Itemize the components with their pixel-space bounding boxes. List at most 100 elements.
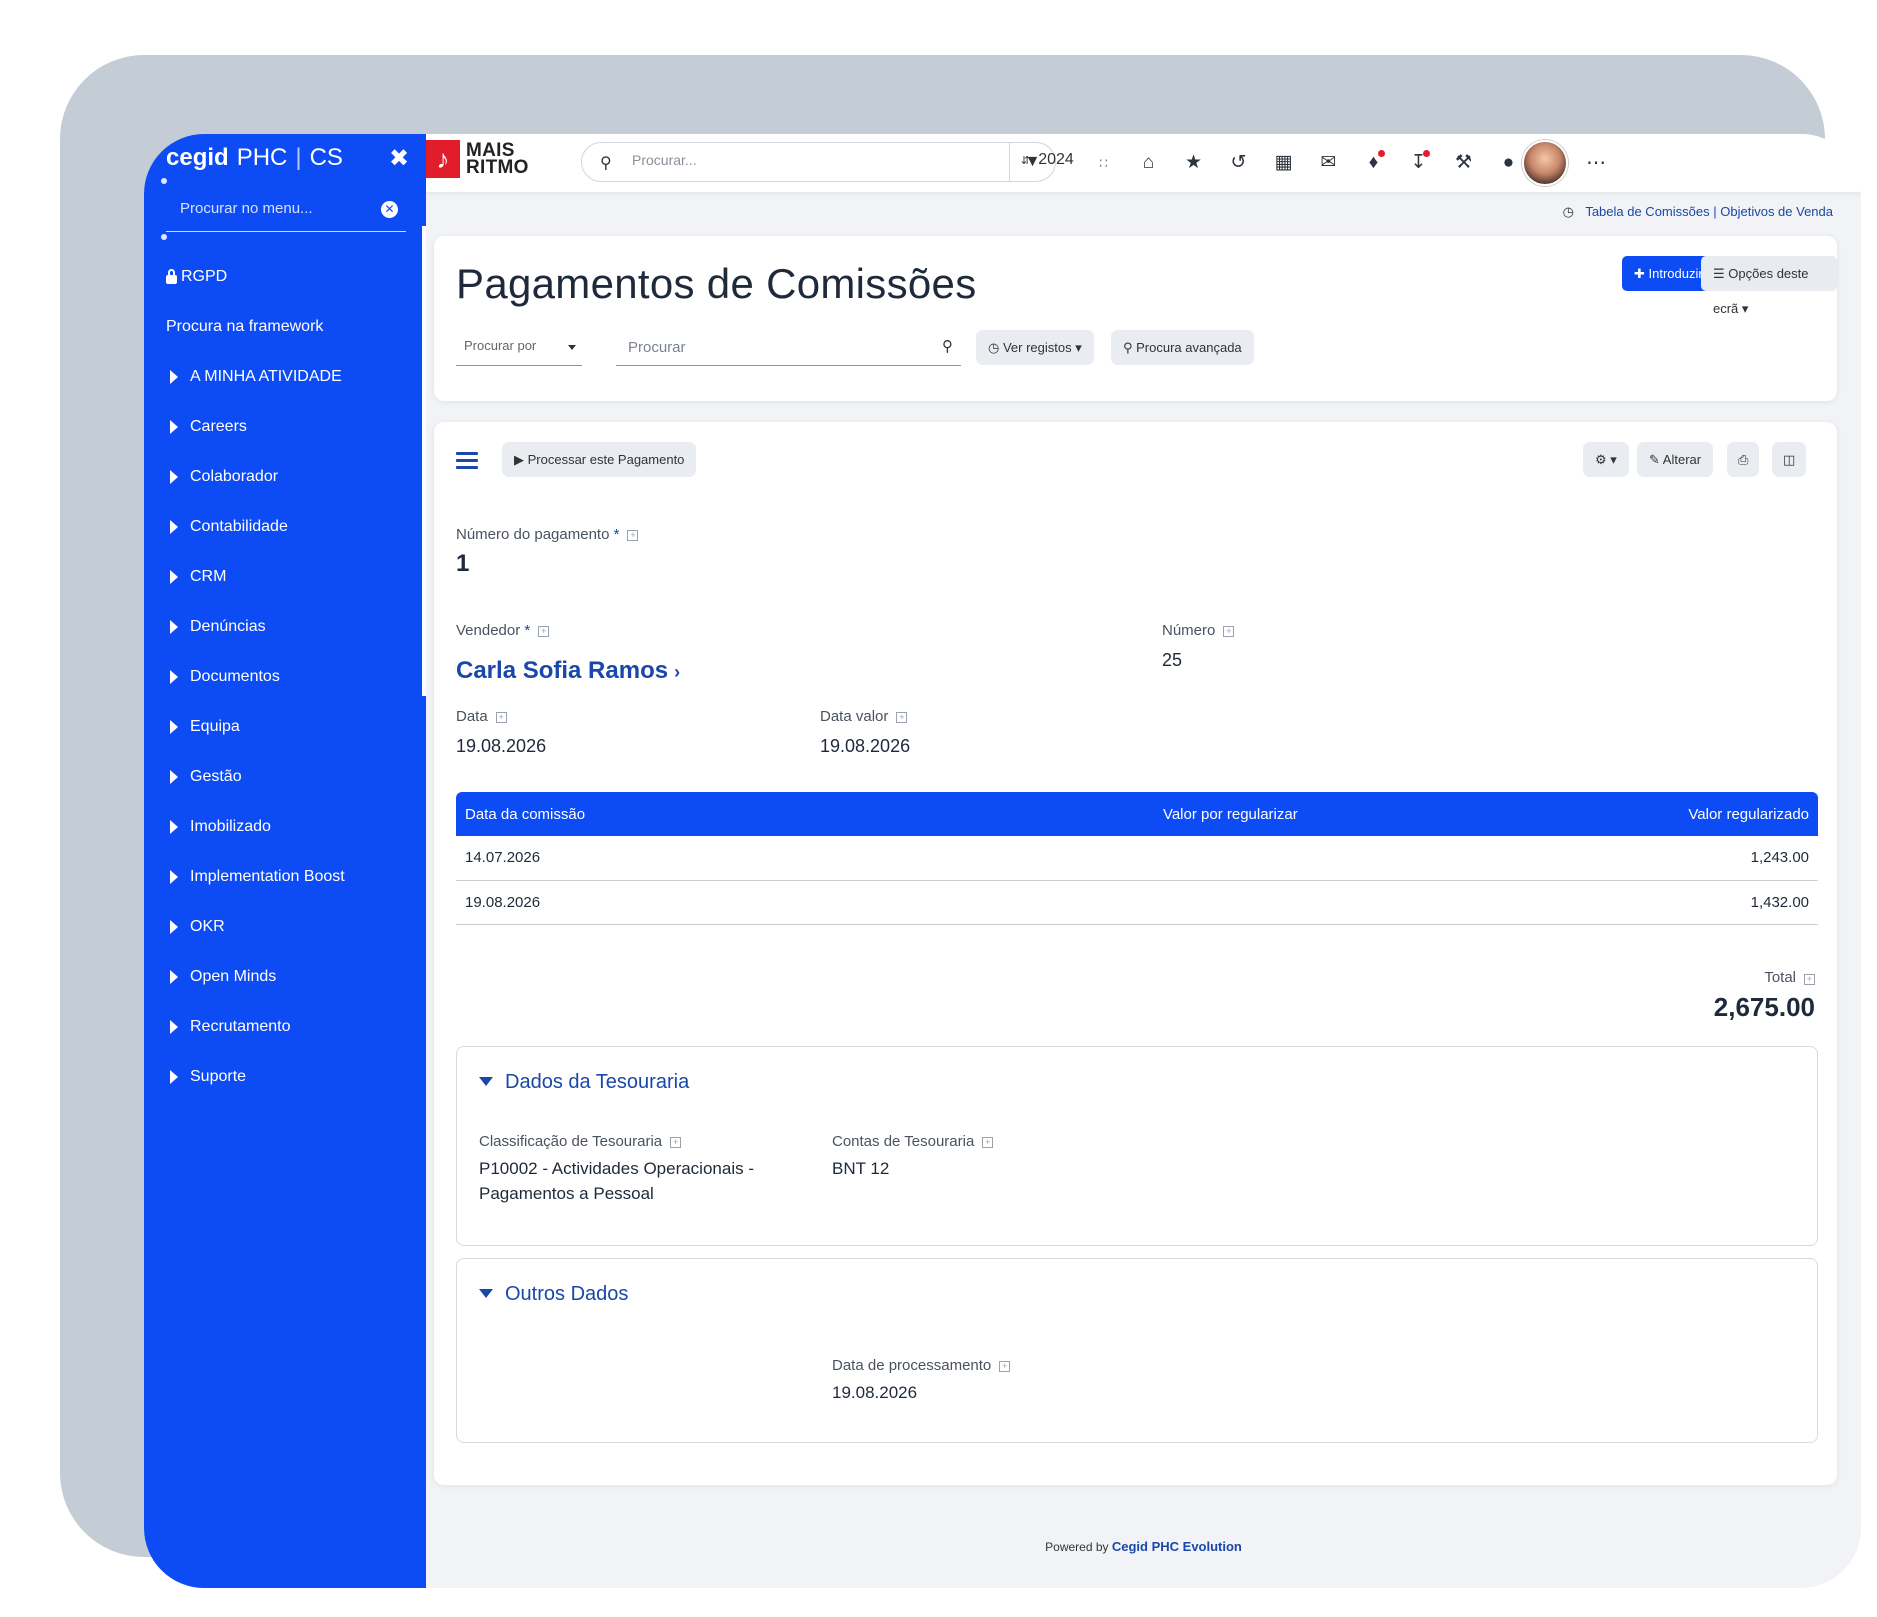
seller-label: Vendedor * + xyxy=(456,622,550,639)
sidebar-item-equipa[interactable]: Equipa xyxy=(144,702,426,752)
caret-right-icon xyxy=(170,820,178,834)
menu-search-input[interactable] xyxy=(180,200,380,217)
chevron-down-icon xyxy=(568,345,576,350)
sort-arrows-icon: ⇵ xyxy=(1021,155,1031,167)
hamburger-menu-icon[interactable] xyxy=(456,452,478,470)
search-icon[interactable]: ⚲ xyxy=(942,337,953,355)
sidebar-scrollbar[interactable] xyxy=(422,226,426,696)
payment-number-label: Número do pagamento * + xyxy=(456,526,639,543)
expand-icon: + xyxy=(982,1137,994,1148)
wrench-icon[interactable]: ⚒ xyxy=(1441,144,1486,182)
sidebar-item-label: Equipa xyxy=(190,718,240,735)
print-icon: ⎙ xyxy=(1738,452,1749,467)
view-records-button[interactable]: ◷ Ver registos ▾ xyxy=(976,330,1094,365)
download-icon[interactable]: ↧ xyxy=(1396,144,1441,182)
sidebar-item-procura-na-framework[interactable]: Procura na framework xyxy=(144,302,426,352)
seller-link[interactable]: Carla Sofia Ramos › xyxy=(456,657,680,685)
sidebar-item-label: A MINHA ATIVIDADE xyxy=(190,368,342,385)
table-row[interactable]: 14.07.2026 1,243.00 xyxy=(456,836,1818,881)
sidebar-item-label: Procura na framework xyxy=(166,318,324,335)
treasury-classification-value-cont: Pagamentos a Pessoal xyxy=(479,1184,654,1203)
screen-options-button[interactable]: ☰ Opções deste ecrã ▾ xyxy=(1701,256,1837,316)
product-name[interactable]: Cegid PHC Evolution xyxy=(1112,1539,1242,1554)
sidebar-item-label: Imobilizado xyxy=(190,818,271,835)
year-selector[interactable]: ⇵ 2024 xyxy=(1021,151,1074,169)
processing-date-value: 19.08.2026 xyxy=(832,1383,918,1402)
caret-right-icon xyxy=(170,670,178,684)
sidebar-item-okr[interactable]: OKR xyxy=(144,902,426,952)
list-icon: ☰ xyxy=(1713,266,1729,281)
edit-button[interactable]: ✎ Alterar xyxy=(1637,442,1714,477)
search-by-select[interactable]: Procurar por xyxy=(456,331,582,366)
star-icon[interactable]: ★ xyxy=(1171,144,1216,182)
calendar-icon[interactable]: ▦ xyxy=(1261,144,1306,182)
expand-icon: + xyxy=(999,1361,1011,1372)
column-header[interactable]: Valor por regularizar xyxy=(745,792,1528,836)
caret-down-icon xyxy=(479,1289,493,1298)
gear-icon: ⚙ xyxy=(1595,452,1607,467)
sidebar-item-denúncias[interactable]: Denúncias xyxy=(144,602,426,652)
column-header[interactable]: Valor regularizado xyxy=(1527,792,1818,836)
caret-right-icon xyxy=(170,920,178,934)
delete-button[interactable]: ◫ xyxy=(1772,442,1807,477)
sidebar-item-suporte[interactable]: Suporte xyxy=(144,1052,426,1102)
brand: cegid PHC | CS xyxy=(166,144,343,172)
other-data-section-toggle[interactable]: Outros Dados xyxy=(479,1283,628,1306)
table-row[interactable]: 19.08.2026 1,432.00 xyxy=(456,880,1818,925)
process-payment-button[interactable]: ▶ Processar este Pagamento xyxy=(502,442,697,477)
history-icon[interactable]: ↺ xyxy=(1216,144,1261,182)
user-avatar[interactable] xyxy=(1522,140,1568,186)
sidebar-item-implementation-boost[interactable]: Implementation Boost xyxy=(144,852,426,902)
sidebar-item-label: Suporte xyxy=(190,1068,247,1085)
commissions-table: Data da comissão Valor por regularizar V… xyxy=(456,792,1818,925)
sidebar-item-colaborador[interactable]: Colaborador xyxy=(144,452,426,502)
required-mark: * xyxy=(613,526,620,543)
sidebar-item-rgpd[interactable]: RGPD xyxy=(144,252,426,302)
clear-search-icon[interactable]: ✕ xyxy=(381,201,398,218)
apps-menu-icon[interactable]: ⋯ xyxy=(1586,150,1606,175)
treasury-section-toggle[interactable]: Dados da Tesouraria xyxy=(479,1071,689,1094)
sidebar-item-careers[interactable]: Careers xyxy=(144,402,426,452)
sidebar-item-a-minha-atividade[interactable]: A MINHA ATIVIDADE xyxy=(144,352,426,402)
search-icon: ⚲ xyxy=(600,155,612,172)
print-button[interactable]: ⎙ xyxy=(1727,442,1760,477)
sidebar-item-imobilizado[interactable]: Imobilizado xyxy=(144,802,426,852)
column-header[interactable]: Data da comissão xyxy=(456,792,746,836)
commission-table-link[interactable]: Tabela de Comissões xyxy=(1585,204,1709,219)
sales-goals-link[interactable]: Objetivos de Venda xyxy=(1720,204,1833,219)
commission-date-cell: 19.08.2026 xyxy=(456,880,746,925)
apps-grid-icon[interactable]: ∷ xyxy=(1081,144,1126,182)
record-card: ▶ Processar este Pagamento ⚙ ▾ ✎ Alterar… xyxy=(434,422,1837,1485)
sidebar-item-recrutamento[interactable]: Recrutamento xyxy=(144,1002,426,1052)
total-value: 2,675.00 xyxy=(1713,992,1815,1022)
bell-icon[interactable]: ♦ xyxy=(1351,144,1396,182)
device-frame: cegid PHC | CS ✖ ✕ RGPD Procura na framew… xyxy=(60,55,1861,1588)
sidebar-item-open-minds[interactable]: Open Minds xyxy=(144,952,426,1002)
sidebar-item-label: Open Minds xyxy=(190,968,277,985)
company-logo[interactable]: ♪ MAIS RITMO xyxy=(426,140,529,178)
settled-value-cell: 1,243.00 xyxy=(1527,836,1818,881)
sidebar-item-documentos[interactable]: Documentos xyxy=(144,652,426,702)
year-value: 2024 xyxy=(1038,151,1074,168)
sidebar-item-gestão[interactable]: Gestão xyxy=(144,752,426,802)
sidebar-item-crm[interactable]: CRM xyxy=(144,552,426,602)
page-header-card: Pagamentos de Comissões ✚ Introduzir ☰ O… xyxy=(434,236,1837,401)
brand-name: cegid xyxy=(166,144,229,171)
edit-icon: ✎ xyxy=(1649,452,1663,467)
caret-right-icon xyxy=(170,1020,178,1034)
home-icon[interactable]: ⌂ xyxy=(1126,144,1171,182)
payment-number-value: 1 xyxy=(456,550,470,577)
advanced-search-button[interactable]: ⚲ Procura avançada xyxy=(1111,330,1254,365)
caret-right-icon xyxy=(170,970,178,984)
record-search-input[interactable] xyxy=(628,339,908,356)
caret-right-icon xyxy=(170,870,178,884)
close-menu-button[interactable]: ✖ xyxy=(389,144,409,173)
mail-icon[interactable]: ✉ xyxy=(1306,144,1351,182)
sidebar-item-label: Denúncias xyxy=(190,618,266,635)
sidebar-item-contabilidade[interactable]: Contabilidade xyxy=(144,502,426,552)
global-search-input[interactable] xyxy=(632,152,932,168)
caret-right-icon xyxy=(170,620,178,634)
pending-value-cell xyxy=(745,836,1528,881)
settings-dropdown-button[interactable]: ⚙ ▾ xyxy=(1583,442,1629,477)
required-mark: * xyxy=(524,622,531,639)
